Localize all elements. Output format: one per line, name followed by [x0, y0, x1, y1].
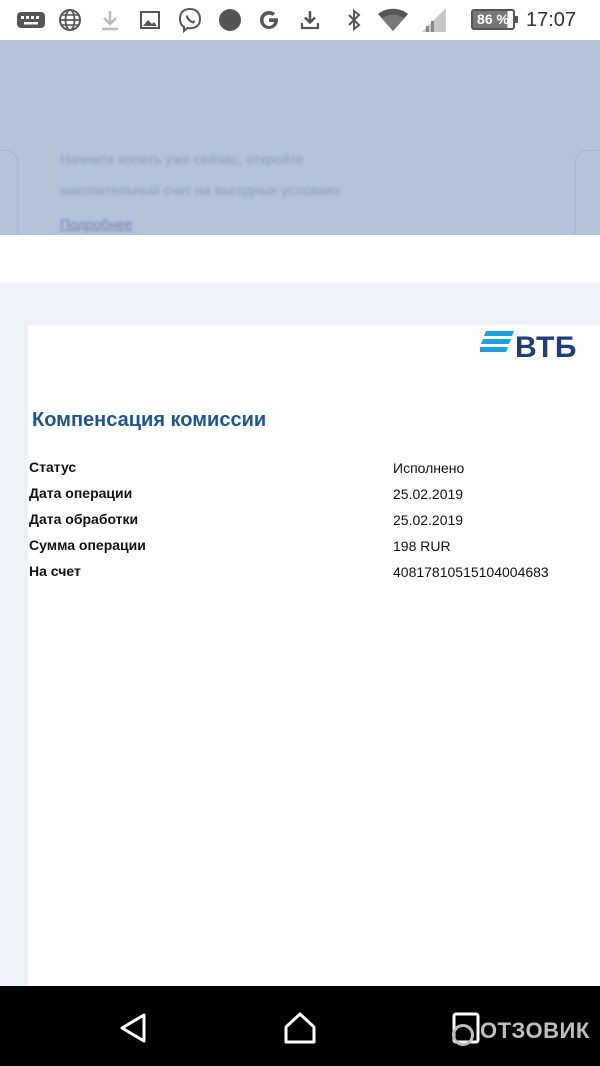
detail-row-processing-date: Дата обработки 25.02.2019 [29, 511, 589, 537]
vtb-logo: ВТБ [480, 327, 600, 369]
banner-card-right [575, 150, 600, 235]
google-icon [260, 11, 278, 29]
detail-row-status: Статус Исполнено [29, 459, 589, 485]
vtb-logo-stripes-icon [480, 331, 514, 352]
detail-row-account: На счет 40817810515104004683 [29, 563, 589, 589]
download-tray-icon [300, 11, 320, 30]
watermark-text: ОТЗОВИК [480, 1018, 590, 1043]
bluetooth-icon [348, 8, 361, 32]
banner-more-link[interactable]: Подробнее [60, 216, 133, 232]
spacer [0, 235, 600, 283]
detail-label: Статус [29, 459, 77, 475]
detail-label: Дата обработки [29, 511, 139, 527]
battery-icon: 86 % [471, 9, 518, 30]
signal-icon [422, 8, 446, 32]
circle-icon [219, 9, 241, 31]
detail-label: Сумма операции [29, 537, 146, 553]
document-title: Компенсация комиссии [32, 409, 267, 431]
banner-text: Начните копить уже сейчас, откройте нако… [60, 151, 342, 198]
detail-value: 40817810515104004683 [393, 564, 549, 580]
details-list: Статус Исполнено Дата операции 25.02.201… [29, 459, 589, 589]
download-icon [102, 11, 118, 31]
promo-banner[interactable]: Начните копить уже сейчас, откройте нако… [0, 40, 600, 235]
globe-icon [59, 9, 81, 31]
detail-value: Исполнено [393, 460, 465, 476]
receipt-document: ВТБ Компенсация комиссии Статус Исполнен… [28, 325, 600, 986]
detail-label: Дата операции [29, 485, 133, 501]
battery-percent: 86 % [477, 11, 509, 27]
status-time: 17:07 [526, 9, 577, 31]
detail-label: На счет [29, 563, 81, 579]
status-bar: 86 % 17:07 [0, 0, 600, 40]
wifi-icon [378, 8, 408, 31]
detail-value: 25.02.2019 [393, 486, 464, 502]
detail-row-amount: Сумма операции 198 RUR [29, 537, 589, 563]
keyboard-icon [17, 12, 45, 28]
home-icon[interactable] [280, 1008, 320, 1048]
image-icon [140, 11, 160, 29]
watermark-circle-icon [452, 1024, 474, 1046]
detail-value: 198 RUR [393, 538, 451, 554]
banner-card-left [0, 150, 18, 235]
detail-value: 25.02.2019 [393, 512, 464, 528]
vtb-logo-text: ВТБ [515, 331, 577, 364]
detail-row-operation-date: Дата операции 25.02.2019 [29, 485, 589, 511]
back-icon[interactable] [114, 1008, 154, 1048]
viber-icon [178, 7, 202, 34]
